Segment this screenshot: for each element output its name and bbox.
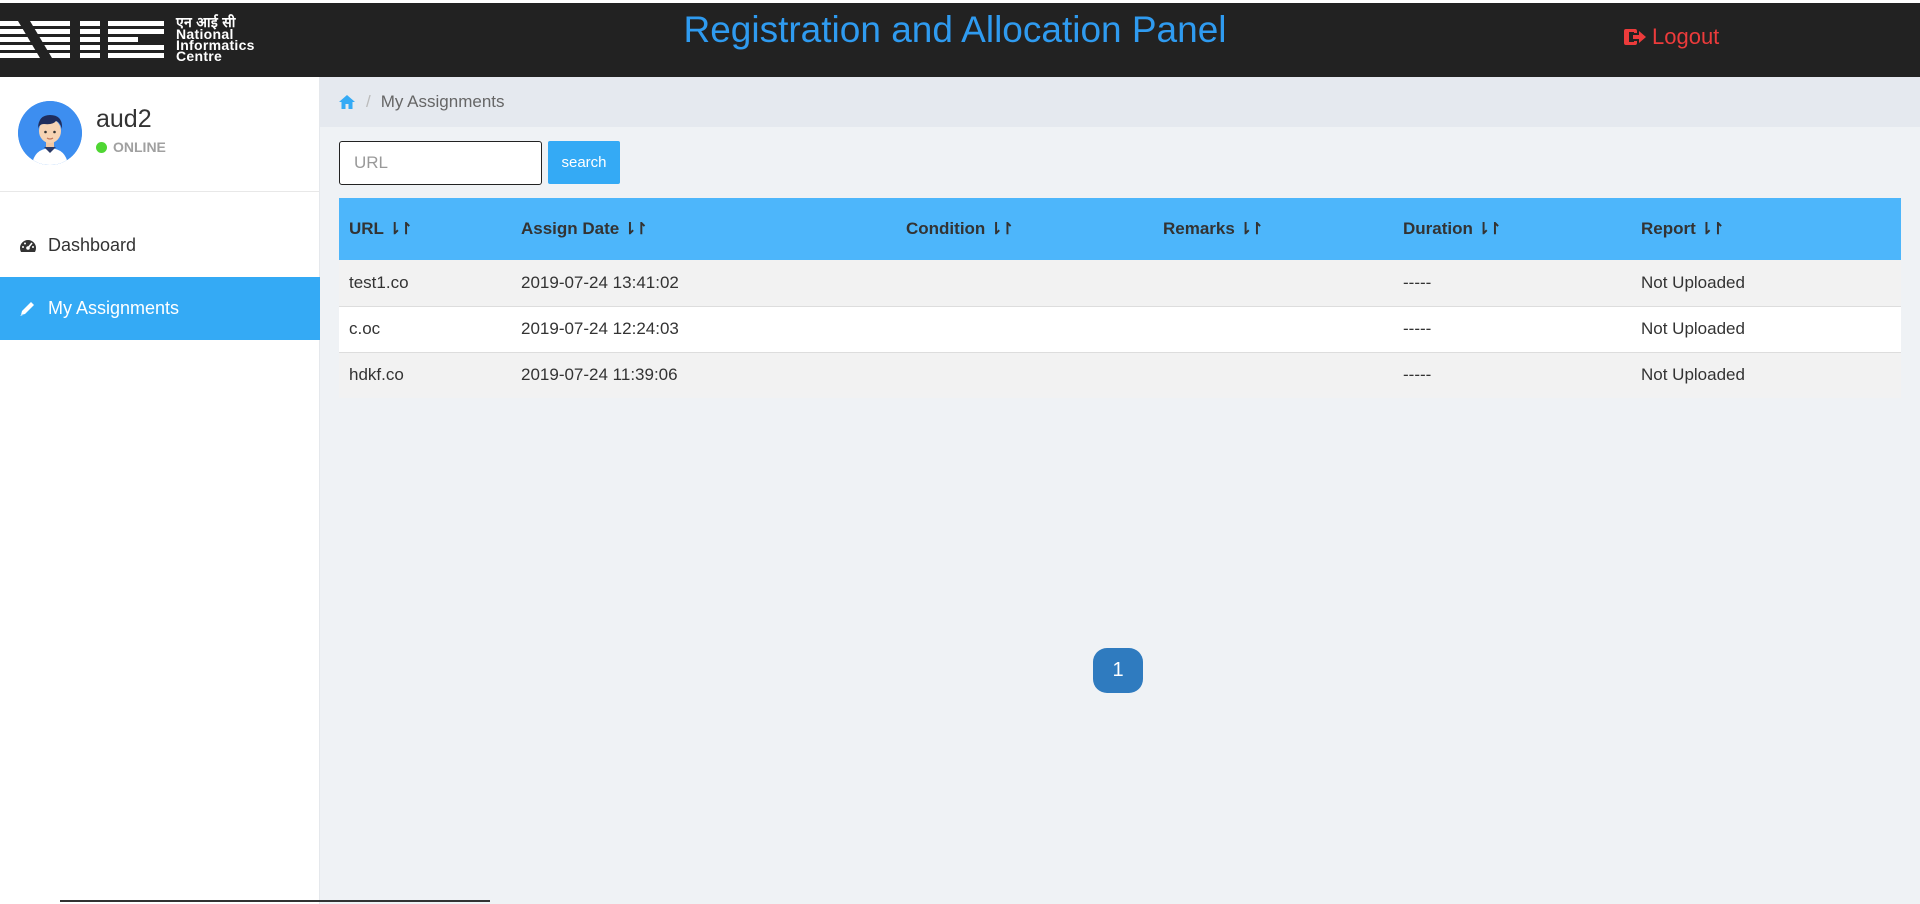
column-header-label: URL: [349, 219, 384, 238]
sort-icon[interactable]: ⇂↾: [388, 221, 413, 238]
table-row: c.oc 2019-07-24 12:24:03 ----- Not Uploa…: [339, 305, 1901, 352]
breadcrumb-separator: /: [366, 92, 371, 111]
column-header-report[interactable]: Report ⇂↾: [1631, 198, 1901, 260]
sidebar-item-my-assignments[interactable]: My Assignments: [0, 277, 320, 340]
main-content: / My Assignments search URL⇂↾ Assign Dat…: [320, 77, 1920, 904]
cell-url: hdkf.co: [339, 351, 511, 398]
sidebar-nav: Dashboard My Assignments: [0, 214, 320, 340]
cell-condition: [896, 305, 1153, 352]
breadcrumb: / My Assignments: [320, 77, 1920, 127]
logout-button[interactable]: Logout: [1624, 24, 1719, 50]
table-header-row: URL ⇂↾ Assign Date ⇂↾ Condition ⇂↾ Remarks ⇂…: [339, 198, 1901, 260]
cell-assign-date: 2019-07-24 13:41:02: [521, 272, 679, 292]
cell-assign-date: 2019-07-24 12:24:03: [511, 305, 896, 352]
sidebar-item-label: Dashboard: [48, 235, 137, 255]
sort-icon[interactable]: ⇂↾: [1477, 221, 1502, 238]
dashboard-icon: [19, 239, 37, 252]
cell-remarks: [1153, 260, 1393, 306]
cell-duration: -----: [1393, 305, 1631, 352]
cell-report: Not Uploaded: [1641, 272, 1745, 292]
column-header-label: Assign Date: [521, 219, 620, 238]
pencil-icon: [20, 301, 34, 316]
column-header-remarks[interactable]: Remarks ⇂↾: [1153, 198, 1393, 260]
page-button-current[interactable]: 1: [1093, 648, 1143, 693]
column-header-label: Remarks: [1163, 219, 1235, 238]
assignments-table-container: URL ⇂↾ Assign Date ⇂↾ Condition ⇂↾ Remarks ⇂…: [339, 198, 1901, 398]
sort-icon[interactable]: ⇂↾: [1700, 221, 1725, 238]
cell-url: test1.co: [349, 272, 409, 292]
cell-duration: -----: [1403, 272, 1432, 292]
user-status-label: ONLINE: [113, 139, 166, 155]
sort-icon[interactable]: ⇂↾: [1239, 221, 1264, 238]
column-header-condition[interactable]: Condition ⇂↾: [896, 198, 1153, 260]
home-icon[interactable]: [338, 94, 356, 110]
assignments-table: URL ⇂↾ Assign Date ⇂↾ Condition ⇂↾ Remarks ⇂…: [339, 198, 1901, 398]
column-header-label: Report: [1641, 219, 1696, 238]
cell-report: Not Uploaded: [1631, 305, 1901, 352]
cell-report: Not Uploaded: [1631, 351, 1901, 398]
avatar[interactable]: [18, 101, 82, 165]
sort-icon[interactable]: ⇂↾: [989, 221, 1014, 238]
cell-condition: [896, 351, 1153, 398]
user-avatar-icon: [18, 101, 82, 165]
pagination: 1: [1093, 648, 1143, 693]
table-row: test1.co 2019-07-24 13:41:02 ----- Not U…: [339, 260, 1901, 306]
column-header-assign-date[interactable]: Assign Date ⇂↾: [511, 198, 896, 260]
column-header-label: Condition: [906, 219, 986, 238]
sidebar-item-label: My Assignments: [48, 298, 180, 318]
sort-icon[interactable]: ⇂↾: [623, 221, 648, 238]
cell-remarks: [1153, 305, 1393, 352]
breadcrumb-current: My Assignments: [380, 92, 505, 111]
search-button[interactable]: search: [548, 141, 620, 184]
cell-duration: -----: [1393, 351, 1631, 398]
user-panel: aud2 ONLINE: [0, 77, 319, 192]
cell-remarks: [1153, 351, 1393, 398]
column-header-url[interactable]: URL ⇂↾: [339, 198, 511, 260]
top-header: एन आई सी National Informatics Centre Reg…: [0, 0, 1920, 77]
cell-url: c.oc: [339, 305, 511, 352]
bottom-scrollbar: [0, 900, 1920, 904]
cell-assign-date: 2019-07-24 11:39:06: [511, 351, 896, 398]
column-header-duration[interactable]: Duration ⇂↾: [1393, 198, 1631, 260]
search-bar: search: [339, 141, 620, 185]
url-search-input[interactable]: [339, 141, 542, 185]
user-status: ONLINE: [96, 139, 166, 155]
sidebar: aud2 ONLINE Dashboard My Assignments: [0, 77, 320, 904]
cell-condition: [896, 260, 1153, 306]
sidebar-item-dashboard[interactable]: Dashboard: [0, 214, 320, 277]
scrollbar-thumb[interactable]: [60, 900, 490, 902]
online-status-dot-icon: [96, 141, 107, 153]
user-name: aud2: [96, 105, 152, 133]
table-row: hdkf.co 2019-07-24 11:39:06 ----- Not Up…: [339, 351, 1901, 398]
logout-label: Logout: [1652, 24, 1720, 49]
column-header-label: Duration: [1403, 219, 1473, 238]
logout-icon: [1624, 29, 1646, 45]
